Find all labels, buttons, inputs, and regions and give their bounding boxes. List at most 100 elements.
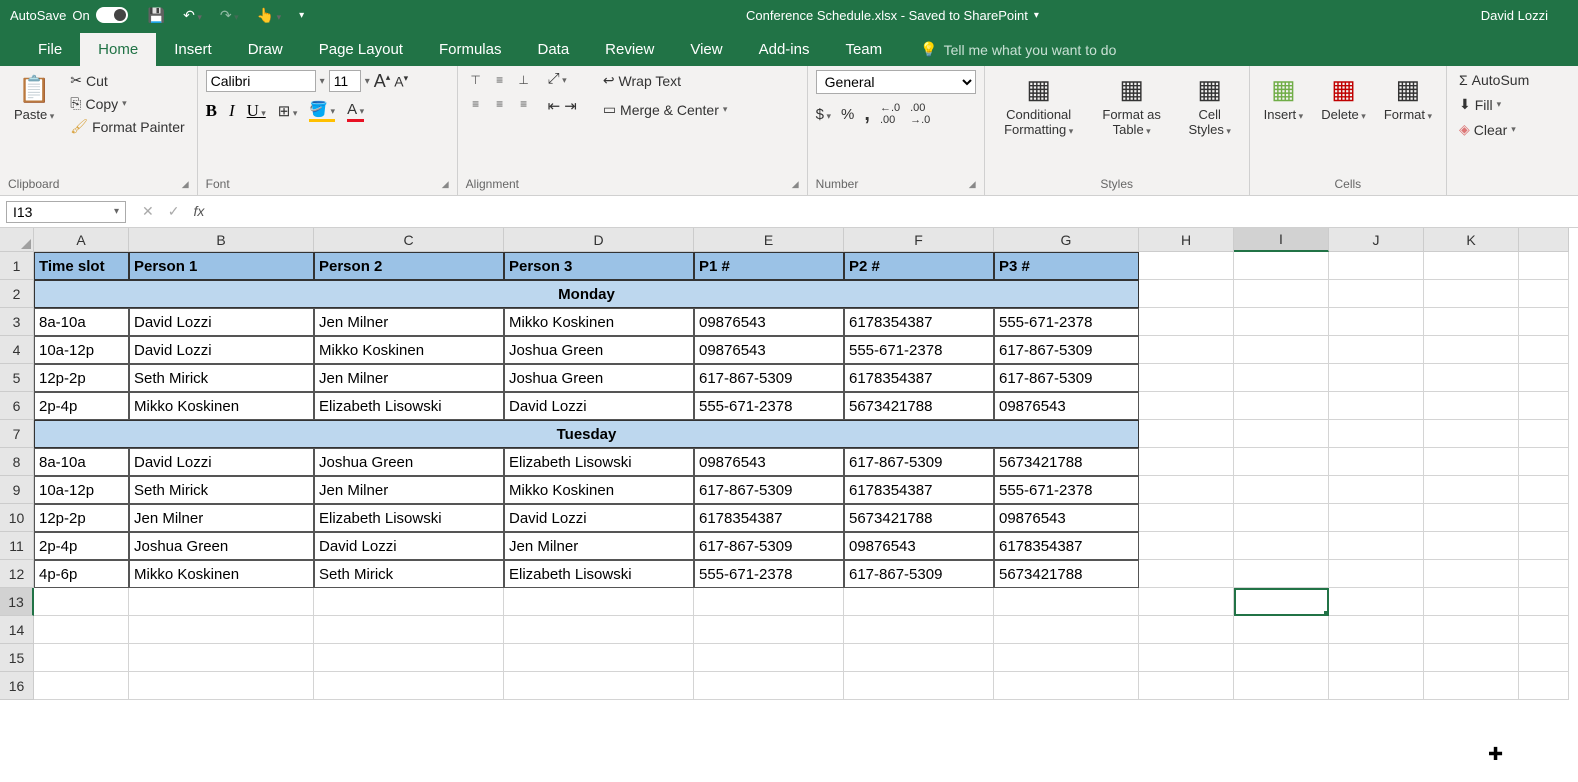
cell[interactable] <box>1139 364 1234 392</box>
select-all-corner[interactable] <box>0 228 34 252</box>
col-head-l[interactable] <box>1519 228 1569 252</box>
autosum-button[interactable]: ΣAutoSum <box>1455 70 1533 90</box>
fill-color-button[interactable]: 🪣 <box>309 100 335 122</box>
tab-team[interactable]: Team <box>827 33 900 66</box>
cell[interactable]: 12p-2p <box>34 504 129 532</box>
number-format-select[interactable]: General <box>816 70 976 94</box>
formula-input[interactable] <box>220 202 1572 222</box>
cell[interactable]: 5673421788 <box>994 448 1139 476</box>
cell[interactable] <box>994 644 1139 672</box>
format-as-table-button[interactable]: ▦Format as Table <box>1091 70 1173 141</box>
cell[interactable] <box>1519 616 1569 644</box>
cell[interactable]: 617-867-5309 <box>694 364 844 392</box>
cell[interactable] <box>1329 448 1424 476</box>
cell[interactable]: Elizabeth Lisowski <box>314 504 504 532</box>
cell[interactable] <box>1139 308 1234 336</box>
cell[interactable]: Seth Mirick <box>314 560 504 588</box>
cell[interactable]: 6178354387 <box>844 308 994 336</box>
undo-icon[interactable]: ↶ <box>183 7 202 24</box>
cell[interactable] <box>1519 448 1569 476</box>
tab-insert[interactable]: Insert <box>156 33 230 66</box>
row-head[interactable]: 9 <box>0 476 34 504</box>
row-head[interactable]: 15 <box>0 644 34 672</box>
cell[interactable]: Jen Milner <box>314 364 504 392</box>
cell[interactable] <box>1329 560 1424 588</box>
orientation-icon[interactable]: ⤢ <box>548 70 577 87</box>
cell[interactable] <box>1234 672 1329 700</box>
enter-icon[interactable]: ✓ <box>168 203 180 220</box>
day-header[interactable]: Monday <box>34 280 1139 308</box>
grow-font-icon[interactable]: A▴ <box>374 71 391 92</box>
cell[interactable]: Mikko Koskinen <box>129 392 314 420</box>
cell[interactable] <box>1234 532 1329 560</box>
row-head[interactable]: 10 <box>0 504 34 532</box>
inc-decimal-icon[interactable]: ←.0.00 <box>880 102 900 126</box>
cell[interactable] <box>1424 616 1519 644</box>
cell[interactable]: David Lozzi <box>129 336 314 364</box>
font-dd-icon[interactable]: ▾ <box>320 76 325 87</box>
col-head-g[interactable]: G <box>994 228 1139 252</box>
cell[interactable] <box>1519 504 1569 532</box>
cell[interactable] <box>1424 252 1519 280</box>
cell[interactable]: Jen Milner <box>314 308 504 336</box>
cell[interactable] <box>34 644 129 672</box>
col-head-h[interactable]: H <box>1139 228 1234 252</box>
cancel-icon[interactable]: ✕ <box>142 203 154 220</box>
user-name[interactable]: David Lozzi <box>1481 8 1568 23</box>
font-color-button[interactable]: A <box>347 101 364 122</box>
cell[interactable] <box>994 616 1139 644</box>
row-head[interactable]: 4 <box>0 336 34 364</box>
format-cells-button[interactable]: ▦Format <box>1378 70 1438 126</box>
launcher-icon[interactable]: ◢ <box>969 179 976 190</box>
cell[interactable] <box>1139 252 1234 280</box>
cell[interactable]: 555-671-2378 <box>994 476 1139 504</box>
cell[interactable]: Jen Milner <box>129 504 314 532</box>
cell[interactable] <box>1424 364 1519 392</box>
cell[interactable] <box>1234 588 1329 616</box>
cell[interactable] <box>694 588 844 616</box>
col-head-f[interactable]: F <box>844 228 994 252</box>
launcher-icon[interactable]: ◢ <box>182 179 189 190</box>
cell[interactable] <box>1234 364 1329 392</box>
cell[interactable] <box>1139 616 1234 644</box>
cell[interactable]: Joshua Green <box>129 532 314 560</box>
cell[interactable] <box>1519 672 1569 700</box>
row-head[interactable]: 12 <box>0 560 34 588</box>
cell[interactable]: Jen Milner <box>314 476 504 504</box>
conditional-formatting-button[interactable]: ▦Conditional Formatting <box>993 70 1085 141</box>
cell[interactable]: 10a-12p <box>34 476 129 504</box>
cell[interactable] <box>1234 616 1329 644</box>
col-head-j[interactable]: J <box>1329 228 1424 252</box>
cell[interactable]: 09876543 <box>844 532 994 560</box>
align-center-icon[interactable]: ≡ <box>490 94 510 114</box>
tab-view[interactable]: View <box>672 33 740 66</box>
cell[interactable]: 5673421788 <box>844 392 994 420</box>
tab-file[interactable]: File <box>20 33 80 66</box>
cell[interactable] <box>1139 644 1234 672</box>
row-head[interactable]: 8 <box>0 448 34 476</box>
cell[interactable]: 617-867-5309 <box>844 448 994 476</box>
cell[interactable] <box>1329 392 1424 420</box>
cell[interactable] <box>129 588 314 616</box>
tab-page-layout[interactable]: Page Layout <box>301 33 421 66</box>
cell[interactable] <box>1329 504 1424 532</box>
insert-cells-button[interactable]: ▦Insert <box>1258 70 1310 126</box>
cell[interactable]: Joshua Green <box>314 448 504 476</box>
cell[interactable]: 4p-6p <box>34 560 129 588</box>
cell[interactable] <box>844 616 994 644</box>
touch-mode-icon[interactable]: 👆 <box>257 7 281 24</box>
percent-icon[interactable]: % <box>841 106 854 123</box>
copy-button[interactable]: ⎘Copy <box>66 93 188 114</box>
bold-button[interactable]: B <box>206 101 217 121</box>
cell[interactable] <box>34 672 129 700</box>
cell[interactable] <box>844 672 994 700</box>
cell[interactable]: David Lozzi <box>129 448 314 476</box>
cell[interactable] <box>1519 476 1569 504</box>
cell[interactable] <box>1424 392 1519 420</box>
cell[interactable] <box>129 644 314 672</box>
cell[interactable]: Elizabeth Lisowski <box>504 448 694 476</box>
cell[interactable]: 555-671-2378 <box>694 392 844 420</box>
cell[interactable] <box>1329 672 1424 700</box>
cell[interactable]: 6178354387 <box>694 504 844 532</box>
save-icon[interactable]: 💾 <box>148 7 165 24</box>
